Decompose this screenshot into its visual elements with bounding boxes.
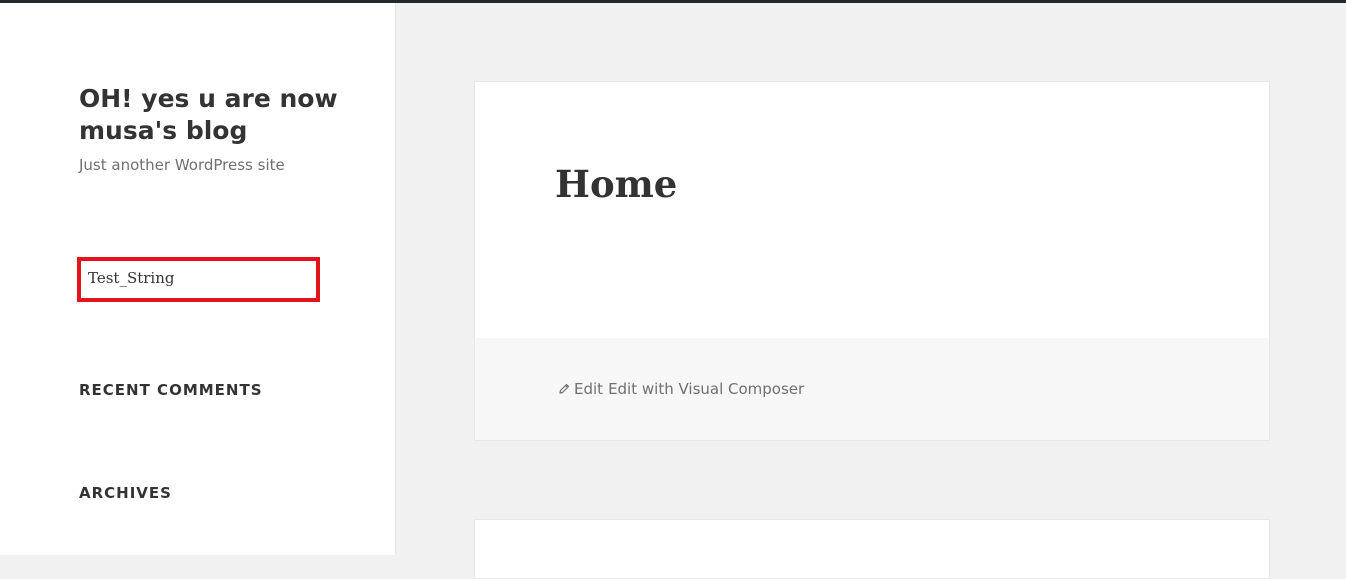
text-widget-highlighted: Test_String (77, 257, 320, 302)
edit-link[interactable]: Edit (574, 380, 603, 398)
edit-links: Edit Edit with Visual Composer (557, 380, 804, 398)
widget-title-recent-comments: RECENT COMMENTS (79, 381, 263, 399)
sidebar: OH! yes u are now musa's blog Just anoth… (0, 3, 396, 555)
entry-footer: Edit Edit with Visual Composer (475, 338, 1269, 440)
article-home: Home Edit Edit with Visual Composer (474, 81, 1270, 441)
site-title[interactable]: OH! yes u are now musa's blog (79, 83, 339, 147)
text-widget-content: Test_String (88, 269, 175, 287)
pencil-icon (557, 382, 571, 396)
entry-title: Home (555, 162, 678, 206)
site-description: Just another WordPress site (79, 156, 285, 174)
edit-with-visual-composer-link[interactable]: Edit with Visual Composer (608, 380, 804, 398)
article-next (474, 519, 1270, 579)
widget-title-archives: ARCHIVES (79, 484, 172, 502)
